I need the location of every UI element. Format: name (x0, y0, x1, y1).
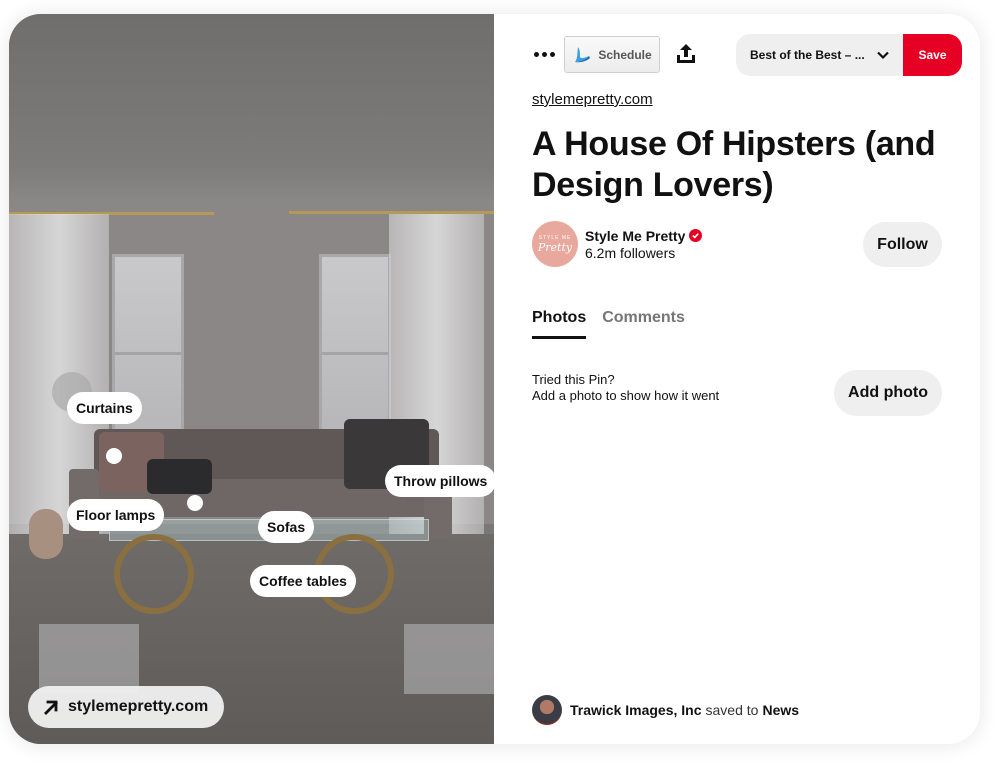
chevron-down-icon (877, 51, 889, 60)
tried-prompt: Tried this Pin? Add a photo to show how … (532, 372, 719, 404)
board-select-dropdown[interactable]: Best of the Best – ... (736, 34, 904, 76)
board-name-link[interactable]: News (762, 702, 799, 718)
source-link[interactable]: stylemepretty.com (532, 91, 653, 108)
hotspot-dot[interactable] (187, 495, 203, 511)
tab-photos[interactable]: Photos (532, 309, 587, 339)
creator-name-link[interactable]: Style Me Pretty (585, 227, 703, 244)
add-photo-button[interactable]: Add photo (834, 370, 942, 416)
visit-site-label: stylemepretty.com (68, 698, 209, 715)
saved-to-text: saved to (705, 702, 759, 718)
hotspot-curtains[interactable]: Curtains (67, 392, 142, 424)
board-select-value: Best of the Best – ... (750, 48, 865, 62)
ellipsis-icon (533, 51, 539, 57)
schedule-label: Schedule (598, 47, 652, 62)
hotspot-floor-lamps[interactable]: Floor lamps (67, 499, 165, 531)
follow-button[interactable]: Follow (863, 222, 942, 267)
tailwind-logo-icon (575, 46, 591, 62)
hotspot-sofas[interactable]: Sofas (258, 511, 315, 543)
pin-title: A House Of Hipsters (and Design Lovers) (532, 125, 936, 204)
hotspot-coffee-tables[interactable]: Coffee tables (250, 565, 356, 597)
avatar-script: Pretty (537, 240, 573, 254)
schedule-button[interactable]: Schedule (564, 36, 660, 73)
arrow-up-right-icon (44, 700, 58, 715)
pin-tabs: Photos Comments (532, 309, 685, 339)
saver-avatar[interactable] (532, 695, 562, 725)
hotspot-dot[interactable] (106, 448, 122, 464)
pin-image[interactable]: Curtains Floor lamps Throw pillows Sofas… (9, 14, 494, 744)
follower-count: 6.2m followers (585, 244, 676, 261)
saver-name-link[interactable]: Trawick Images, Inc (570, 702, 702, 718)
more-options-button[interactable] (532, 42, 556, 66)
pin-details: Schedule Best of the Best – ... Save sty… (494, 14, 980, 744)
share-upload-icon[interactable] (674, 42, 698, 66)
save-button[interactable]: Save (903, 34, 962, 76)
visit-site-button[interactable]: stylemepretty.com (28, 686, 225, 728)
tried-line-1: Tried this Pin? (532, 372, 615, 387)
creator-block: STYLE ME Pretty Style Me Pretty 6.2m fol… (532, 221, 703, 267)
verified-check-icon (689, 229, 703, 242)
tried-line-2: Add a photo to show how it went (532, 388, 720, 403)
pin-card: Curtains Floor lamps Throw pillows Sofas… (9, 14, 980, 744)
saved-by-attribution: Trawick Images, Inc saved to News (532, 695, 799, 725)
hotspot-throw-pillows[interactable]: Throw pillows (385, 465, 494, 497)
creator-avatar[interactable]: STYLE ME Pretty (532, 221, 578, 267)
creator-name: Style Me Pretty (585, 227, 686, 244)
tab-comments[interactable]: Comments (602, 309, 685, 339)
